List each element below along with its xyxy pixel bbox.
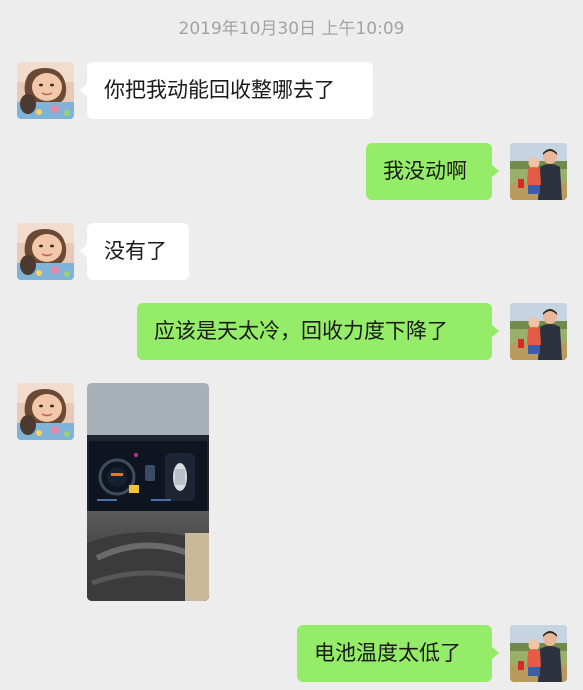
message-bubble-incoming[interactable]: 你把我动能回收整哪去了 bbox=[80, 62, 373, 119]
message-bubble-outgoing[interactable]: 应该是天太冷，回收力度下降了 bbox=[137, 303, 499, 360]
chat-timestamp: 2019年10月30日 上午10:09 bbox=[178, 19, 405, 39]
car-dashboard-photo[interactable] bbox=[87, 383, 209, 601]
girl-avatar-icon[interactable] bbox=[17, 223, 74, 280]
message-bubble-outgoing[interactable]: 我没动啊 bbox=[366, 143, 499, 200]
man-holding-child-avatar-icon[interactable] bbox=[510, 303, 567, 360]
message-bubble-outgoing[interactable]: 电池温度太低了 bbox=[297, 625, 499, 682]
girl-avatar-icon[interactable] bbox=[17, 383, 74, 440]
message-bubble-incoming[interactable]: 没有了 bbox=[80, 223, 189, 280]
girl-avatar-icon[interactable] bbox=[17, 62, 74, 119]
man-holding-child-avatar-icon[interactable] bbox=[510, 625, 567, 682]
man-holding-child-avatar-icon[interactable] bbox=[510, 143, 567, 200]
